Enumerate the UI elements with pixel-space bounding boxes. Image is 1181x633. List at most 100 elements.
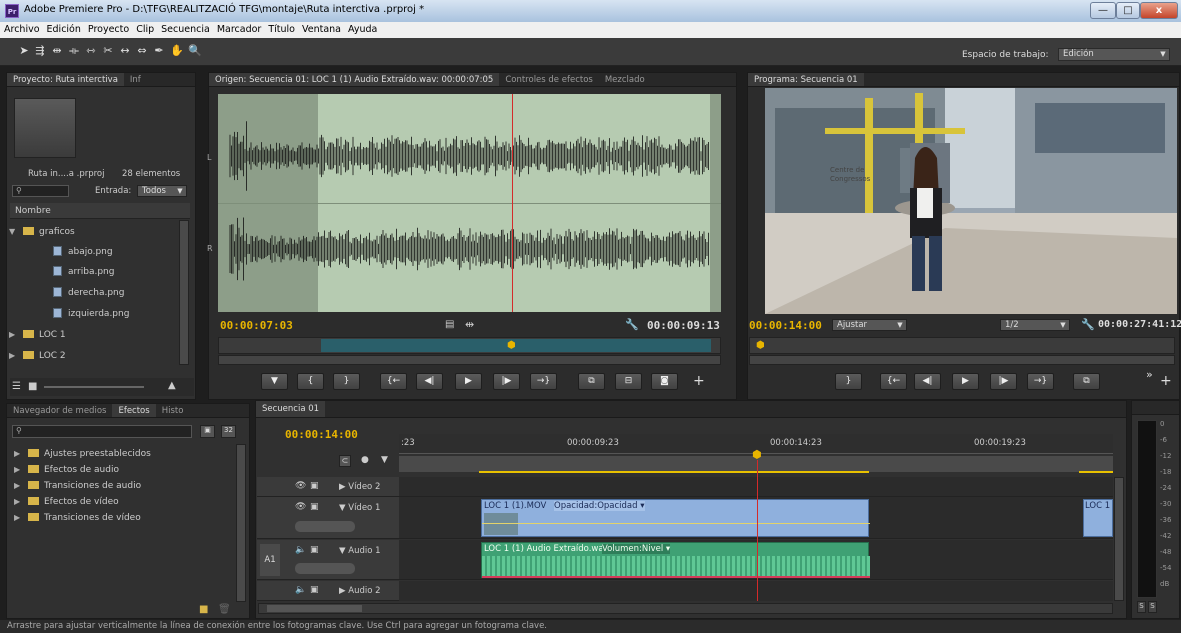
prog-go-to-in-button[interactable]: {← [880,373,907,390]
lift-button[interactable]: ⧉ [1073,373,1100,390]
mark-out-button[interactable]: } [333,373,360,390]
tab-media-browser[interactable]: Navegador de medios [7,404,112,417]
track-lane-audio2[interactable] [399,581,1113,601]
source-in-out-range[interactable] [321,339,711,352]
safe-margins-icon[interactable]: ▤ [445,319,454,330]
chevron-right-icon[interactable]: ▶ [14,510,28,526]
chevron-right-icon[interactable]: ▶ [9,345,23,366]
tab-info[interactable]: Inf [124,73,147,86]
rolling-edit-tool-icon[interactable]: ⟛ [67,44,81,58]
effects-category[interactable]: ▶ Efectos de vídeo [14,494,184,510]
zoom-tool-icon[interactable]: 🔍 [188,44,202,58]
list-view-icon[interactable]: ☰ [12,381,21,392]
tab-sequence[interactable]: Secuencia 01 [256,401,326,417]
solo-left-button[interactable]: S [1137,601,1146,613]
step-back-button[interactable]: ◀| [416,373,443,390]
new-bin-icon[interactable]: ■ [199,604,208,615]
go-to-out-button[interactable]: →} [530,373,557,390]
tab-effects[interactable]: Efectos [112,404,156,417]
program-scroll-bar[interactable] [749,355,1175,365]
play-button[interactable]: ▶ [455,373,482,390]
menu-clip[interactable]: Clip [132,22,157,35]
opacity-line[interactable] [482,523,870,524]
list-item[interactable]: ▼ graficos [9,221,179,242]
list-item[interactable]: ▶ LOC 2 [9,345,179,366]
fit-select[interactable]: Ajustar ▼ [832,319,907,331]
timeline-current-time[interactable]: 00:00:14:00 [285,428,358,441]
step-forward-button[interactable]: |▶ [493,373,520,390]
menu-edicion[interactable]: Edición [43,22,84,35]
effects-category[interactable]: ▶ Efectos de audio [14,462,184,478]
ripple-edit-tool-icon[interactable]: ⇹ [50,44,64,58]
keyframe-navigator[interactable] [295,521,355,532]
timeline-zoom-handle[interactable] [267,605,362,612]
effects-search-input[interactable]: ⚲ [12,425,192,438]
menu-marcador[interactable]: Marcador [213,22,265,35]
go-to-in-button[interactable]: {← [380,373,407,390]
video-clip-fx-select[interactable]: Opacidad:Opacidad ▾ [554,501,645,511]
list-item[interactable]: ▶ LOC 1 [9,324,179,345]
sync-lock-icon[interactable]: ▣ [310,502,319,512]
32bit-effects-badge[interactable]: 32 [221,425,236,438]
prog-mark-out-button[interactable]: } [835,373,862,390]
slide-tool-icon[interactable]: ⇔ [135,44,149,58]
tab-source[interactable]: Origen: Secuencia 01: LOC 1 (1) Audio Ex… [209,73,500,86]
workspace-select[interactable]: Edición ▼ [1058,48,1170,61]
audio-clip-fx-select[interactable]: Volumen:Nivel ▾ [602,544,671,554]
volume-line[interactable] [482,576,870,578]
chevron-right-icon[interactable]: ▶ [14,462,28,478]
sync-lock-icon[interactable]: ▣ [310,545,319,555]
menu-archivo[interactable]: Archivo [0,22,43,35]
add-button-icon[interactable]: + [1160,373,1172,389]
timeline-scrollbar[interactable] [1114,477,1124,601]
menu-titulo[interactable]: Título [264,22,298,35]
mark-in-button[interactable]: { [297,373,324,390]
rate-stretch-tool-icon[interactable]: ⇿ [84,44,98,58]
program-video-frame[interactable]: Centre de Congressos [765,88,1177,314]
eye-icon[interactable]: 👁 [295,481,306,491]
track-header-audio1[interactable]: A1 🔈 ▣ ▼ Audio 1 [257,540,399,580]
insert-button[interactable]: ⧉ [578,373,605,390]
track-lane-video2[interactable] [399,477,1113,497]
project-scrollbar[interactable] [179,220,189,365]
icon-view-icon[interactable]: ■ [28,381,37,392]
tab-history[interactable]: Histo [156,404,190,417]
program-current-time[interactable]: 00:00:14:00 [749,319,822,332]
tab-project[interactable]: Proyecto: Ruta interctiva [7,73,124,86]
zoom-slider[interactable] [44,386,144,388]
hand-tool-icon[interactable]: ✋ [170,44,184,58]
program-playhead-marker[interactable]: ⬢ [756,340,765,351]
maximize-button[interactable]: □ [1116,2,1140,19]
effects-category[interactable]: ▶ Transiciones de vídeo [14,510,184,526]
timeline-zoom-bar[interactable] [258,603,1113,614]
prog-step-forward-button[interactable]: |▶ [990,373,1017,390]
menu-ventana[interactable]: Ventana [298,22,344,35]
chevron-right-icon[interactable]: ▶ [14,446,28,462]
snap-icon[interactable]: ⊂ [339,455,351,467]
timeline-playhead[interactable] [757,460,758,601]
trash-icon[interactable]: 🗑 [218,604,231,615]
accelerated-effects-icon[interactable]: ▣ [200,425,215,438]
chevron-right-icon[interactable]: ▶ [9,324,23,345]
chevron-right-icon[interactable]: ▶ [14,478,28,494]
pen-tool-icon[interactable]: ✒ [152,44,166,58]
video-clip[interactable]: LOC 1 (1).MOV Opacidad:Opacidad ▾ [481,499,870,537]
eye-icon[interactable]: 👁 [295,502,306,512]
track-select-tool-icon[interactable]: ⇶ [33,44,47,58]
program-zoom-bar[interactable]: ⬢ [749,337,1175,354]
keyframe-icon[interactable]: ● [361,455,369,465]
track-header-video1[interactable]: 👁 ▣ ▼ Vídeo 1 [257,497,399,539]
export-frame-button[interactable]: ◙ [651,373,678,390]
waveform-display[interactable]: L R [207,94,721,312]
overwrite-button[interactable]: ⊟ [615,373,642,390]
add-marker-button[interactable]: ▼ [261,373,288,390]
tab-effect-controls[interactable]: Controles de efectos [499,73,599,86]
column-header[interactable]: Nombre [10,203,190,219]
marker-icon[interactable]: ▼ [381,455,388,465]
list-item[interactable]: abajo.png [53,242,223,263]
list-item[interactable]: derecha.png [53,283,223,304]
close-window-button[interactable]: x [1140,2,1178,19]
more-controls-icon[interactable]: » [1146,368,1153,381]
wrench-icon[interactable]: 🔧 [625,318,639,331]
source-current-time[interactable]: 00:00:07:03 [220,319,293,332]
